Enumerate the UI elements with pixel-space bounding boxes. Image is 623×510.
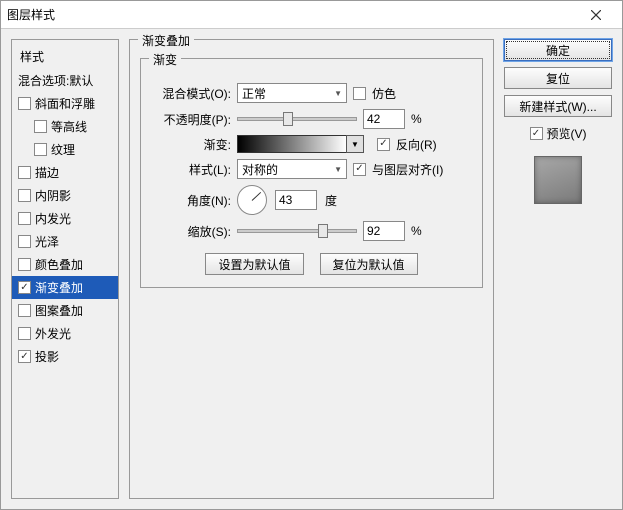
layer-style-dialog: 图层样式 样式 混合选项:默认 斜面和浮雕 等高线 纹理 描边 内阴影 内发光 …: [0, 0, 623, 510]
blending-options-row[interactable]: 混合选项:默认: [12, 69, 118, 92]
checkbox[interactable]: [18, 166, 31, 179]
cancel-button[interactable]: 复位: [504, 67, 612, 89]
checkbox[interactable]: [34, 143, 47, 156]
scale-label: 缩放(S):: [153, 223, 231, 240]
list-item[interactable]: 投影: [12, 345, 118, 368]
list-item[interactable]: 描边: [12, 161, 118, 184]
preview-swatch: [534, 156, 582, 204]
chevron-down-icon: ▼: [334, 89, 342, 98]
checkbox[interactable]: [18, 189, 31, 202]
list-item[interactable]: 光泽: [12, 230, 118, 253]
checkbox[interactable]: [18, 304, 31, 317]
gradient-subgroup: 渐变 混合模式(O): 正常▼ 仿色 不透明度(P): %: [140, 58, 483, 288]
list-item[interactable]: 图案叠加: [12, 299, 118, 322]
angle-dial[interactable]: [237, 185, 267, 215]
titlebar: 图层样式: [1, 1, 622, 29]
scale-input[interactable]: [363, 221, 405, 241]
window-close-button[interactable]: [576, 1, 616, 29]
options-panel: 渐变叠加 渐变 混合模式(O): 正常▼ 仿色 不透明度(P):: [129, 39, 494, 499]
dither-label: 仿色: [372, 85, 396, 102]
reverse-checkbox[interactable]: [377, 138, 390, 151]
blending-options-label: 混合选项:默认: [18, 72, 93, 89]
group-legend: 渐变叠加: [138, 32, 194, 49]
gradient-dropdown[interactable]: ▼: [346, 135, 364, 153]
blend-mode-label: 混合模式(O):: [153, 85, 231, 102]
reverse-label: 反向(R): [396, 136, 437, 153]
blend-mode-select[interactable]: 正常▼: [237, 83, 347, 103]
preview-checkbox[interactable]: [530, 127, 543, 140]
checkbox[interactable]: [18, 212, 31, 225]
list-item[interactable]: 外发光: [12, 322, 118, 345]
checkbox[interactable]: [18, 258, 31, 271]
ok-button[interactable]: 确定: [504, 39, 612, 61]
make-default-button[interactable]: 设置为默认值: [205, 253, 303, 275]
checkbox[interactable]: [18, 97, 31, 110]
angle-input[interactable]: [275, 190, 317, 210]
gradient-label: 渐变:: [153, 136, 231, 153]
reset-default-button[interactable]: 复位为默认值: [320, 253, 418, 275]
list-item[interactable]: 等高线: [12, 115, 118, 138]
list-item[interactable]: 内阴影: [12, 184, 118, 207]
list-item[interactable]: 纹理: [12, 138, 118, 161]
align-checkbox[interactable]: [353, 163, 366, 176]
new-style-button[interactable]: 新建样式(W)...: [504, 95, 612, 117]
style-select[interactable]: 对称的▼: [237, 159, 347, 179]
chevron-down-icon: ▼: [334, 165, 342, 174]
styles-list: 样式 混合选项:默认 斜面和浮雕 等高线 纹理 描边 内阴影 内发光 光泽 颜色…: [11, 39, 119, 499]
dither-checkbox[interactable]: [353, 87, 366, 100]
checkbox[interactable]: [18, 350, 31, 363]
preview-label: 预览(V): [547, 125, 587, 142]
checkbox[interactable]: [18, 235, 31, 248]
gradient-overlay-group: 渐变叠加 渐变 混合模式(O): 正常▼ 仿色 不透明度(P):: [129, 39, 494, 499]
opacity-input[interactable]: [363, 109, 405, 129]
styles-header: 样式: [12, 44, 118, 69]
dialog-body: 样式 混合选项:默认 斜面和浮雕 等高线 纹理 描边 内阴影 内发光 光泽 颜色…: [1, 29, 622, 509]
align-label: 与图层对齐(I): [372, 161, 443, 178]
opacity-label: 不透明度(P):: [153, 111, 231, 128]
close-icon: [591, 10, 601, 20]
style-label: 样式(L):: [153, 161, 231, 178]
gradient-swatch[interactable]: ▼: [237, 135, 347, 153]
angle-label: 角度(N):: [153, 192, 231, 209]
action-column: 确定 复位 新建样式(W)... 预览(V): [504, 39, 612, 499]
list-item[interactable]: 颜色叠加: [12, 253, 118, 276]
list-item-gradient-overlay[interactable]: 渐变叠加: [12, 276, 118, 299]
opacity-slider[interactable]: [237, 117, 357, 121]
checkbox[interactable]: [34, 120, 47, 133]
checkbox[interactable]: [18, 281, 31, 294]
window-title: 图层样式: [7, 6, 55, 23]
subgroup-legend: 渐变: [149, 51, 181, 68]
checkbox[interactable]: [18, 327, 31, 340]
scale-slider[interactable]: [237, 229, 357, 233]
list-item[interactable]: 内发光: [12, 207, 118, 230]
list-item[interactable]: 斜面和浮雕: [12, 92, 118, 115]
